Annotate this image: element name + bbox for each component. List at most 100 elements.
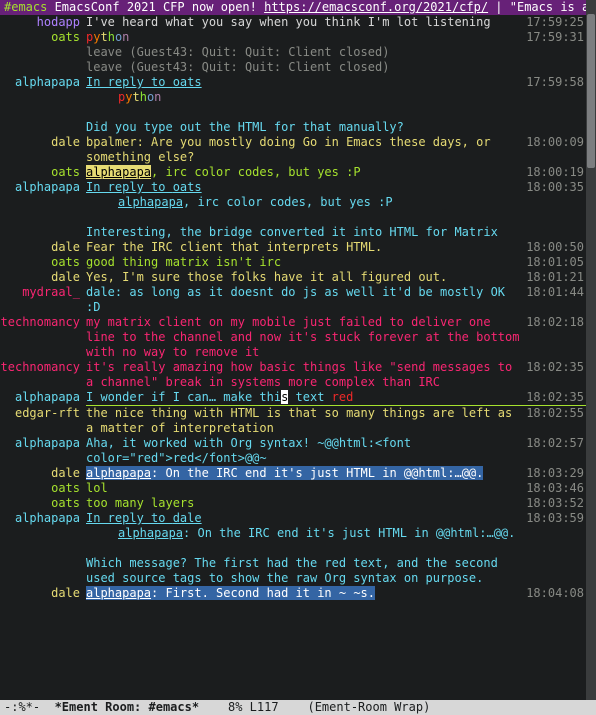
timestamp: 17:59:58: [524, 75, 586, 90]
message-body: leave (Guest43: Quit: Quit: Client close…: [86, 45, 524, 60]
timestamp: 18:01:21: [524, 270, 586, 285]
message-body: it's really amazing how basic things lik…: [86, 360, 524, 390]
nick[interactable]: dale: [51, 240, 80, 254]
message-body: Did you type out the HTML for that manua…: [86, 120, 524, 135]
mention-link[interactable]: alphapapa: [86, 466, 151, 480]
modeline: -:%*- *Ement Room: #emacs* 8% L117 (Emen…: [0, 700, 596, 715]
scrollbar-thumb[interactable]: [587, 14, 595, 168]
nick[interactable]: alphapapa: [15, 436, 80, 450]
nick[interactable]: technomancy: [1, 315, 80, 329]
modeline-buffer-name: *Ement Room: #emacs*: [55, 700, 200, 714]
nick[interactable]: technomancy: [1, 360, 80, 374]
nick[interactable]: dale: [51, 466, 80, 480]
message-body: I've heard what you say when you think I…: [86, 15, 524, 30]
chat-row: leave (Guest43: Quit: Quit: Client close…: [0, 45, 586, 60]
mention-link[interactable]: oats: [173, 75, 202, 89]
nick[interactable]: alphapapa: [15, 511, 80, 525]
mention-link[interactable]: In reply to: [86, 180, 173, 194]
nick[interactable]: alphapapa: [15, 180, 80, 194]
message-body: alphapapa: First. Second had it in ~ ~s.: [86, 586, 524, 601]
mention-link[interactable]: dale: [173, 511, 202, 525]
timestamp: 18:03:52: [524, 496, 586, 511]
mention-link[interactable]: alphapapa: [86, 165, 151, 179]
chat-row: alphapapaIn reply to oats18:00:35: [0, 180, 586, 195]
message-body: Interesting, the bridge converted it int…: [86, 225, 524, 240]
nick[interactable]: oats: [51, 165, 80, 179]
nick[interactable]: oats: [51, 481, 80, 495]
message-body: python: [86, 90, 524, 105]
nick[interactable]: dale: [51, 270, 80, 284]
timestamp: 18:02:57: [524, 436, 586, 466]
message-body: Fear the IRC client that interprets HTML…: [86, 240, 524, 255]
message-body: In reply to oats: [86, 75, 524, 90]
mention-link[interactable]: oats: [173, 180, 202, 194]
nick[interactable]: mydraal_: [22, 285, 80, 299]
timestamp: [524, 45, 586, 60]
message-body: alphapapa, irc color codes, but yes :P: [86, 165, 524, 180]
scrollbar[interactable]: [586, 0, 596, 700]
nick[interactable]: alphapapa: [15, 75, 80, 89]
mention-link[interactable]: alphapapa: [86, 586, 151, 600]
chat-row: alphapapa, irc color codes, but yes :P: [0, 195, 586, 210]
chat-row: oats alphapapa, irc color codes, but yes …: [0, 165, 586, 180]
message-body: too many layers: [86, 496, 524, 511]
nick[interactable]: oats: [51, 30, 80, 44]
timestamp: [524, 556, 586, 586]
message-body: leave (Guest43: Quit: Quit: Client close…: [86, 60, 524, 75]
nick[interactable]: oats: [51, 255, 80, 269]
message-body: In reply to oats: [86, 180, 524, 195]
chat-row: dale Fear the IRC client that interprets …: [0, 240, 586, 255]
mention-link[interactable]: In reply to: [86, 75, 173, 89]
chat-row: dalealphapapa: On the IRC end it's just …: [0, 466, 586, 481]
chat-buffer[interactable]: hodapp I've heard what you say when you t…: [0, 15, 586, 700]
message-body: the nice thing with HTML is that so many…: [86, 406, 524, 436]
message-body: python: [86, 30, 524, 45]
timestamp: 18:02:35: [524, 360, 586, 390]
timestamp: [524, 60, 586, 75]
chat-row: alphapapa Aha, it worked with Org syntax!…: [0, 436, 586, 466]
message-body: bpalmer: Are you mostly doing Go in Emac…: [86, 135, 524, 165]
mention-link[interactable]: alphapapa: [118, 526, 183, 540]
chat-row: dale bpalmer: Are you mostly doing Go in …: [0, 135, 586, 165]
message-body: alphapapa, irc color codes, but yes :P: [86, 195, 524, 210]
timestamp: 18:03:59: [524, 511, 586, 526]
timestamp: 18:00:50: [524, 240, 586, 255]
timestamp: 17:59:31: [524, 30, 586, 45]
timestamp: 18:04:08: [524, 586, 586, 601]
chat-row: Which message? The first had the red tex…: [0, 556, 586, 586]
timestamp: [524, 120, 586, 135]
nick[interactable]: edgar-rft: [15, 406, 80, 420]
chat-row: python: [0, 90, 586, 105]
chat-row: oats good thing matrix isn't irc18:01:05: [0, 255, 586, 270]
message-body: Aha, it worked with Org syntax! ~@@html:…: [86, 436, 524, 466]
timestamp: 18:00:19: [524, 165, 586, 180]
timestamp: [524, 90, 586, 105]
message-body: good thing matrix isn't irc: [86, 255, 524, 270]
chat-row: oats too many layers18:03:52: [0, 496, 586, 511]
nick[interactable]: oats: [51, 496, 80, 510]
mention-link[interactable]: In reply to: [86, 511, 173, 525]
nick[interactable]: dale: [51, 135, 80, 149]
chat-row: mydraal_dale: as long as it doesnt do js…: [0, 285, 586, 315]
timestamp: 17:59:25: [524, 15, 586, 30]
chat-row: Interesting, the bridge converted it int…: [0, 225, 586, 240]
nick[interactable]: alphapapa: [15, 390, 80, 404]
nick[interactable]: dale: [51, 586, 80, 600]
chat-row: technomancy it's really amazing how basic…: [0, 360, 586, 390]
chat-row: alphapapa In reply to dale 18:03:59: [0, 511, 586, 526]
timestamp: 18:00:09: [524, 135, 586, 165]
timestamp: 18:03:29: [524, 466, 586, 481]
chat-row: hodapp I've heard what you say when you t…: [0, 15, 586, 30]
mention-link[interactable]: alphapapa: [118, 195, 183, 209]
timestamp: 18:03:46: [524, 481, 586, 496]
timestamp: 18:02:35: [524, 390, 586, 405]
chat-row: dale alphapapa: First. Second had it in ~…: [0, 586, 586, 601]
topic-link[interactable]: https://emacsconf.org/2021/cfp/: [264, 0, 488, 14]
nick[interactable]: hodapp: [37, 15, 80, 29]
chat-row: edgar-rft the nice thing with HTML is tha…: [0, 406, 586, 436]
message-body: my matrix client on my mobile just faile…: [86, 315, 524, 360]
chat-row: alphapapaIn reply to oats17:59:58: [0, 75, 586, 90]
chat-row: Did you type out the HTML for that manua…: [0, 120, 586, 135]
timestamp: 18:01:05: [524, 255, 586, 270]
timestamp: 18:00:35: [524, 180, 586, 195]
